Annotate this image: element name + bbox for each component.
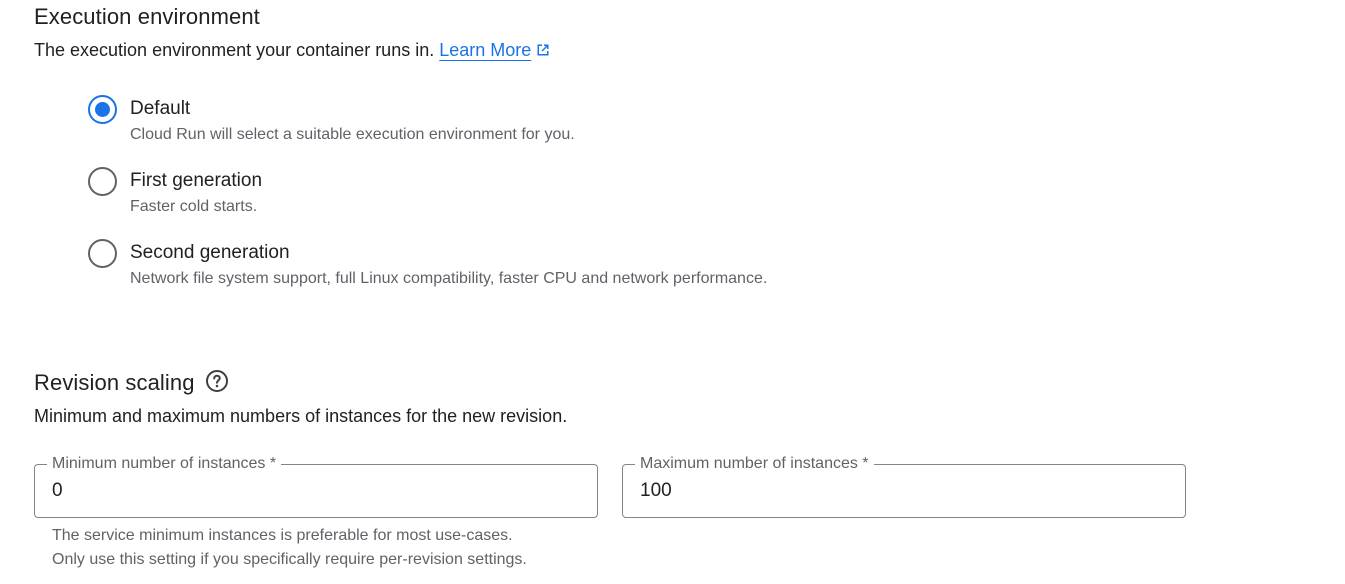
external-link-icon[interactable] [535,42,551,58]
learn-more-link[interactable]: Learn More [439,40,531,60]
revision-scaling-title-row: Revision scaling [34,369,229,397]
execution-environment-title: Execution environment [34,4,260,29]
min-instances-field[interactable]: Minimum number of instances * [34,454,598,518]
execution-environment-description-row: The execution environment your container… [34,38,551,62]
max-instances-input[interactable] [640,479,1140,503]
max-instances-field[interactable]: Maximum number of instances * [622,454,1186,518]
radio-first-generation-description: Faster cold starts. [130,198,258,215]
revision-scaling-title: Revision scaling [34,370,195,395]
radio-default-description: Cloud Run will select a suitable executi… [130,126,575,143]
revision-scaling-description: Minimum and maximum numbers of instances… [34,406,568,426]
radio-second-generation[interactable] [88,239,117,268]
execution-environment-description: The execution environment your container… [34,40,435,60]
radio-default[interactable] [88,95,117,124]
radio-first-generation-label[interactable]: First generation [130,169,262,193]
radio-second-generation-description: Network file system support, full Linux … [130,270,768,287]
min-instances-input[interactable] [52,479,552,503]
min-instances-hint: The service minimum instances is prefera… [52,527,527,568]
radio-first-generation[interactable] [88,167,117,196]
radio-default-label[interactable]: Default [130,97,190,121]
min-instances-label: Minimum number of instances * [47,454,282,474]
help-circle-icon[interactable] [205,369,229,393]
radio-second-generation-label[interactable]: Second generation [130,241,290,265]
max-instances-label: Maximum number of instances * [635,454,874,474]
